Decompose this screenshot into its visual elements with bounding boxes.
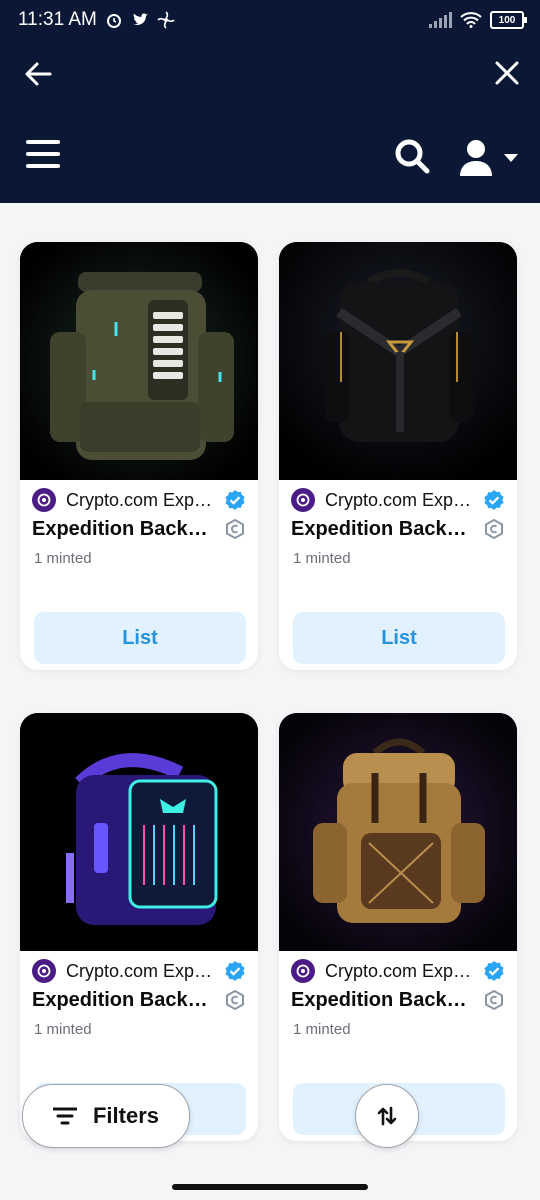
battery-icon: 100 [490,11,527,29]
nft-card[interactable]: Crypto.com Exp… Expedition Backp… 1 mint… [20,713,258,1141]
verified-badge-icon [225,490,245,510]
nft-title[interactable]: Expedition Backp… [291,989,477,1012]
filters-button[interactable]: Filters [22,1084,190,1148]
sort-button[interactable] [355,1084,419,1148]
collection-name[interactable]: Crypto.com Exp… [66,961,218,982]
minted-count: 1 minted [293,1021,351,1038]
nft-title[interactable]: Expedition Backp… [32,989,218,1012]
chain-badge-icon [485,518,503,540]
user-account-icon[interactable] [458,138,522,178]
nft-card[interactable]: Crypto.com Exp… Expedition Backp… 1 mint… [279,713,517,1141]
signal-icon [429,12,452,28]
filter-lines-icon [52,1107,77,1125]
collection-avatar [32,488,56,512]
status-time: 11:31 AM [18,9,97,30]
collection-name[interactable]: Crypto.com Exp… [325,490,477,511]
system-nav-bar [0,1170,540,1200]
verified-badge-icon [484,961,504,981]
arrow-left-icon[interactable] [24,60,52,88]
app-header [0,40,540,203]
minted-count: 1 minted [293,550,351,567]
nft-title[interactable]: Expedition Backp… [32,518,218,541]
filters-label: Filters [92,1103,160,1128]
sort-arrows-icon [377,1106,397,1126]
verified-badge-icon [484,490,504,510]
verified-badge-icon [225,961,245,981]
twitter-icon [132,13,148,26]
nft-image-backpack-tan[interactable] [279,713,517,951]
status-bar: 11:31 AM 100 [0,0,540,40]
nft-image-backpack-black[interactable] [279,242,517,480]
hamburger-menu-icon[interactable] [26,140,60,170]
alarm-icon [106,14,121,28]
list-button[interactable]: List [34,612,246,664]
minted-count: 1 minted [34,550,92,567]
close-icon[interactable] [494,60,520,86]
nft-image-backpack-green[interactable] [20,242,258,480]
collection-avatar [291,488,315,512]
search-icon[interactable] [394,138,430,174]
collection-avatar [32,959,56,983]
list-button[interactable]: List [293,612,505,664]
nft-card[interactable]: Crypto.com Exp… Expedition Backp… 1 mint… [279,242,517,670]
wifi-icon [460,12,482,28]
nft-image-backpack-neon[interactable] [20,713,258,951]
chain-badge-icon [226,518,244,540]
chain-badge-icon [226,989,244,1011]
fan-icon [157,11,175,29]
minted-count: 1 minted [34,1021,92,1038]
collection-avatar [291,959,315,983]
home-gesture-handle[interactable] [172,1184,368,1190]
battery-level: 100 [498,14,516,26]
collection-name[interactable]: Crypto.com Exp… [66,490,218,511]
collection-name[interactable]: Crypto.com Exp… [325,961,477,982]
nft-title[interactable]: Expedition Backp… [291,518,477,541]
chain-badge-icon [485,989,503,1011]
nft-card[interactable]: Crypto.com Exp… Expedition Backp… 1 mint… [20,242,258,670]
